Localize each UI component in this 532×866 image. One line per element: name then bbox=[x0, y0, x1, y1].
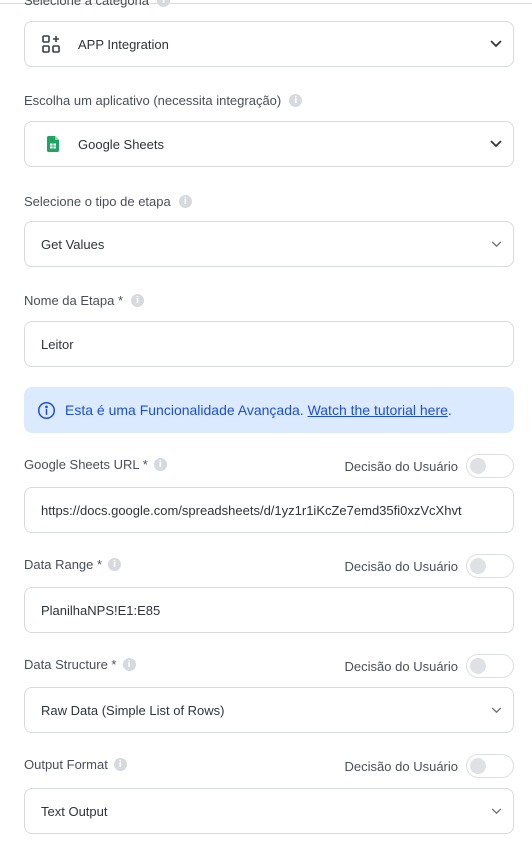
step-type-label: Selecione o tipo de etapa bbox=[24, 194, 171, 209]
tutorial-link[interactable]: Watch the tutorial here bbox=[308, 402, 448, 418]
user-decision-toggle[interactable] bbox=[466, 754, 514, 778]
step-name-label-row: Nome da Etapa * i bbox=[24, 293, 145, 308]
decision-label: Decisão do Usuário bbox=[344, 758, 458, 774]
user-decision-toggle[interactable] bbox=[466, 454, 514, 478]
category-value: APP Integration bbox=[78, 36, 169, 52]
info-icon[interactable]: i bbox=[178, 195, 192, 208]
output-format-label: Output Format bbox=[24, 757, 108, 772]
step-name-input[interactable]: Leitor bbox=[24, 321, 514, 367]
data-structure-decision: Decisão do Usuário bbox=[345, 654, 514, 678]
sheets-url-label: Google Sheets URL * bbox=[24, 457, 148, 472]
category-select[interactable]: APP Integration bbox=[24, 21, 514, 67]
step-type-label-row: Selecione o tipo de etapa i bbox=[24, 194, 192, 209]
data-range-decision: Decisão do Usuário bbox=[345, 554, 514, 578]
info-icon[interactable]: i bbox=[122, 658, 136, 671]
chevron-down-icon bbox=[479, 140, 513, 148]
info-icon[interactable]: i bbox=[153, 458, 167, 471]
output-format-select[interactable]: Text Output bbox=[24, 788, 514, 834]
data-range-input[interactable]: PlanilhaNPS!E1:E85 bbox=[24, 587, 514, 633]
info-circle-icon bbox=[37, 401, 56, 420]
data-structure-label: Data Structure * bbox=[24, 657, 117, 672]
info-icon[interactable]: i bbox=[113, 758, 127, 771]
data-structure-label-row: Data Structure * i bbox=[24, 657, 136, 672]
apps-add-icon bbox=[41, 34, 65, 54]
app-select[interactable]: Google Sheets bbox=[24, 121, 514, 167]
step-name-label: Nome da Etapa * bbox=[24, 293, 124, 308]
sheets-url-decision: Decisão do Usuário bbox=[345, 454, 514, 478]
data-range-label-row: Data Range * i bbox=[24, 557, 122, 572]
output-format-value: Text Output bbox=[41, 803, 108, 819]
sheets-url-input[interactable]: https://docs.google.com/spreadsheets/d/1… bbox=[24, 487, 514, 533]
category-label-row: Selecione a categoria i bbox=[24, 0, 171, 8]
app-value: Google Sheets bbox=[78, 136, 165, 152]
google-sheets-icon bbox=[41, 136, 65, 152]
advanced-feature-banner: Esta é uma Funcionalidade Avançada. Watc… bbox=[24, 387, 514, 433]
output-format-decision: Decisão do Usuário bbox=[345, 754, 514, 778]
output-format-label-row: Output Format i bbox=[24, 757, 127, 772]
sheets-url-value: https://docs.google.com/spreadsheets/d/1… bbox=[41, 502, 462, 518]
step-type-value: Get Values bbox=[41, 236, 105, 252]
chevron-down-icon bbox=[479, 40, 513, 48]
chevron-down-icon bbox=[479, 241, 513, 248]
decision-label: Decisão do Usuário bbox=[344, 558, 458, 574]
sheets-url-label-row: Google Sheets URL * i bbox=[24, 457, 167, 472]
data-range-label: Data Range * bbox=[24, 557, 103, 572]
data-range-value: PlanilhaNPS!E1:E85 bbox=[41, 602, 161, 618]
info-icon[interactable]: i bbox=[131, 294, 145, 307]
app-label-row: Escolha um aplicativo (necessita integra… bbox=[24, 93, 303, 108]
chevron-down-icon bbox=[479, 808, 513, 815]
chevron-down-icon bbox=[479, 707, 513, 714]
data-structure-select[interactable]: Raw Data (Simple List of Rows) bbox=[24, 687, 514, 733]
info-icon[interactable]: i bbox=[157, 0, 171, 7]
decision-label: Decisão do Usuário bbox=[344, 458, 458, 474]
user-decision-toggle[interactable] bbox=[466, 654, 514, 678]
info-icon[interactable]: i bbox=[108, 558, 122, 571]
category-label: Selecione a categoria bbox=[24, 0, 150, 8]
banner-text: Esta é uma Funcionalidade Avançada. bbox=[65, 402, 304, 418]
step-type-select[interactable]: Get Values bbox=[24, 221, 514, 267]
app-label: Escolha um aplicativo (necessita integra… bbox=[24, 93, 282, 108]
step-name-value: Leitor bbox=[41, 336, 74, 352]
data-structure-value: Raw Data (Simple List of Rows) bbox=[41, 702, 225, 718]
banner-suffix: . bbox=[447, 402, 452, 418]
info-icon[interactable]: i bbox=[289, 94, 303, 107]
decision-label: Decisão do Usuário bbox=[344, 658, 458, 674]
user-decision-toggle[interactable] bbox=[466, 554, 514, 578]
